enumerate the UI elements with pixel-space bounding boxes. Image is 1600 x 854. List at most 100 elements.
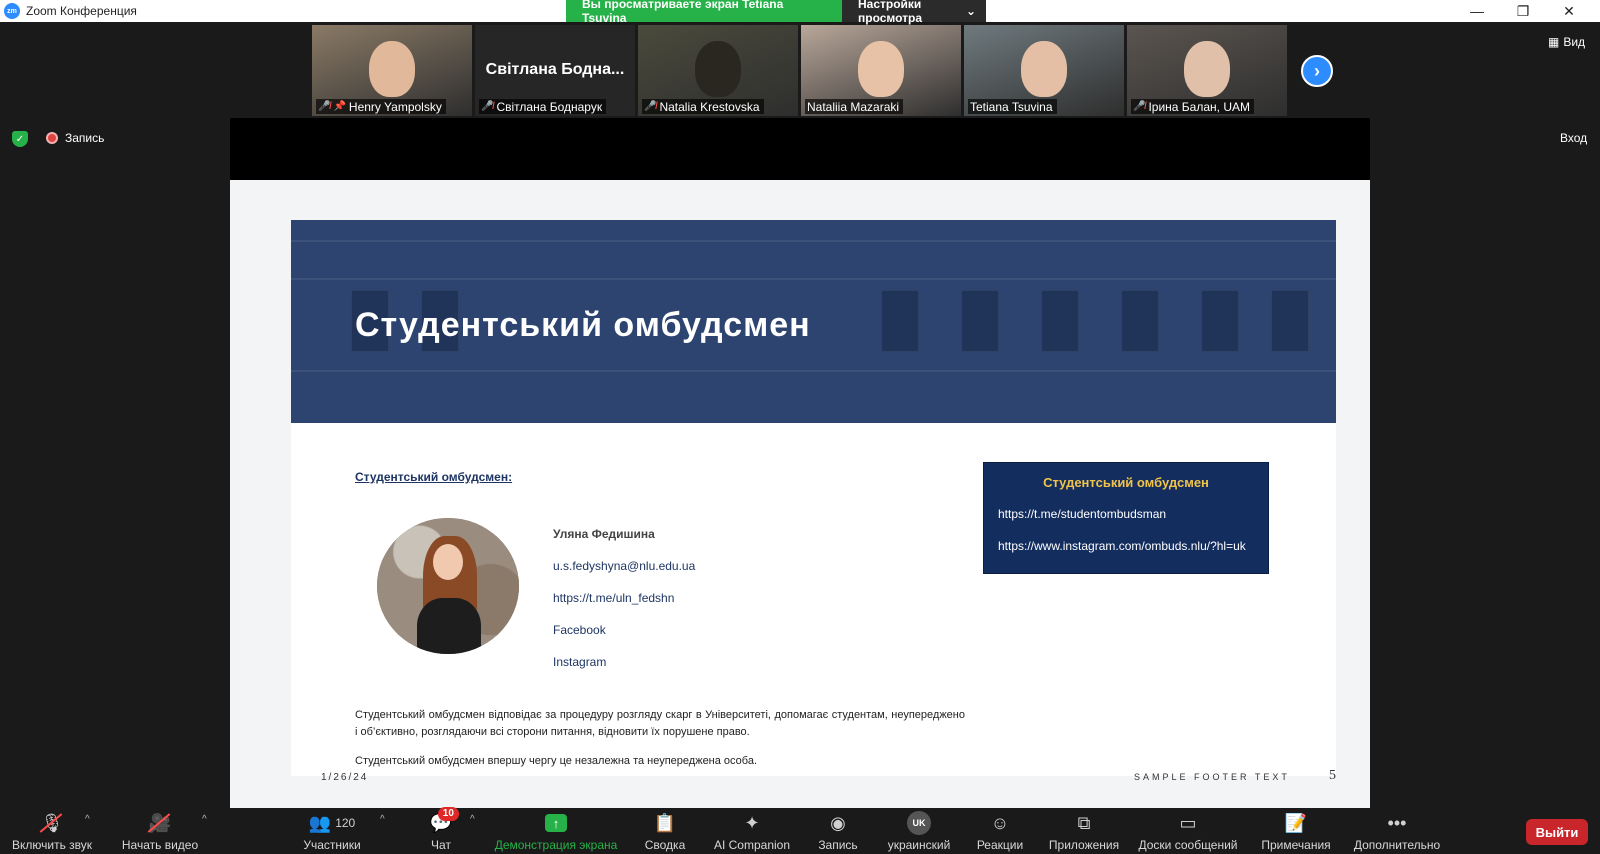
more-label: Дополнительно (1353, 838, 1441, 852)
ai-companion-button[interactable]: ✦ AI Companion (712, 808, 792, 854)
participants-button[interactable]: 👥 120 Участники (300, 808, 364, 854)
share-screen-icon-wrap: ↑ (545, 811, 567, 835)
pin-icon: 📌 (333, 101, 346, 112)
participants-count: 120 (335, 816, 356, 830)
mic-muted-icon: 🎤̸ (644, 101, 657, 112)
unmute-label: Включить звук (11, 838, 93, 852)
slide-footer-date: 1/26/24 (321, 772, 369, 783)
participant-tile[interactable]: 🎤̸ Ірина Балан, UAM (1127, 25, 1287, 116)
recording-indicator[interactable]: Запись (46, 131, 104, 145)
chat-unread-badge: 10 (437, 807, 459, 821)
language-icon-wrap: UK (907, 811, 931, 835)
whiteboards-button[interactable]: ▭ Доски сообщений (1138, 808, 1238, 854)
share-screen-button[interactable]: ↑ Демонстрация экрана (494, 808, 618, 854)
contact-instagram: Instagram (553, 655, 607, 669)
participants-icon: 👥 120 (308, 812, 356, 833)
record-icon: ◉ (830, 812, 846, 833)
notes-label: Примечания (1261, 838, 1331, 852)
share-banner: Вы просматриваете экран Tetiana Tsuvina … (566, 0, 986, 25)
building-window (1201, 290, 1239, 352)
apps-icon: ⧉ (1077, 812, 1091, 833)
audio-options-caret[interactable]: ^ (85, 814, 90, 825)
smiley-icon: ☺ (990, 812, 1010, 833)
chat-button[interactable]: 💬 10 Чат (426, 807, 459, 854)
recording-label: Запись (65, 131, 105, 145)
participants-options-caret[interactable]: ^ (380, 814, 385, 825)
info-box-title: Студентський омбудсмен (1043, 475, 1209, 490)
building-window (1121, 290, 1159, 352)
language-button[interactable]: UK украинский (884, 808, 954, 854)
reactions-button[interactable]: ☺ Реакции (976, 808, 1024, 854)
slide-banner: Студентський омбудсмен (291, 220, 1336, 423)
login-button[interactable]: Вход (1560, 131, 1587, 145)
apps-button[interactable]: ⧉ Приложения (1048, 808, 1120, 854)
video-options-caret[interactable]: ^ (202, 814, 207, 825)
participant-name-bar: 🎤̸ 📌 Henry Yampolsky (316, 99, 446, 114)
language-label: украинский (887, 838, 951, 852)
participant-name-bar: Tetiana Tsuvina (968, 99, 1057, 114)
participant-tile[interactable]: Nataliia Mazaraki (801, 25, 961, 116)
unmute-button[interactable]: 🎙 Включить звук (8, 808, 96, 854)
chevron-down-icon: ⌄ (965, 4, 976, 18)
building-line (291, 278, 1336, 280)
participant-tile-active-speaker[interactable]: Tetiana Tsuvina (964, 25, 1124, 116)
chat-options-caret[interactable]: ^ (470, 814, 475, 825)
start-video-label: Начать видео (121, 838, 199, 852)
slide-paragraph: Студентський омбудсмен відповідає за про… (355, 709, 965, 738)
share-notice: Вы просматриваете экран Tetiana Tsuvina (566, 0, 842, 25)
view-button[interactable]: ▦ Вид (1548, 35, 1585, 49)
chevron-right-icon[interactable]: › (1301, 55, 1333, 87)
contact-email: u.s.fedyshyna@nlu.edu.ua (553, 559, 696, 573)
minimize-button[interactable]: — (1454, 0, 1500, 22)
contact-telegram: https://t.me/uln_fedshn (553, 591, 675, 605)
leave-button[interactable]: Выйти (1526, 819, 1588, 845)
summary-button[interactable]: 📋 Сводка (644, 808, 686, 854)
whiteboard-icon: ▭ (1179, 812, 1197, 833)
participant-face (369, 41, 415, 97)
building-window (1041, 290, 1079, 352)
meeting-toolbar: 🎙 Включить звук ^ 🎥 Начать видео ^ 👥 120… (0, 807, 1600, 854)
participant-face (858, 41, 904, 97)
shield-icon[interactable]: ✓ (12, 131, 28, 147)
apps-label: Приложения (1048, 838, 1120, 852)
notes-icon: 📝 (1284, 812, 1308, 833)
participant-name: Natalia Krestovska (659, 99, 760, 114)
start-video-button[interactable]: 🎥 Начать видео (120, 808, 200, 854)
participant-name-bar: 🎤̸ Natalia Krestovska (642, 99, 764, 114)
window-title: Zoom Конференция (26, 4, 137, 18)
info-box: Студентський омбудсмен https://t.me/stud… (983, 462, 1269, 574)
building-line (291, 240, 1336, 242)
participant-tile[interactable]: Світлана Бодна... 🎤̸ Світлана Боднарук (475, 25, 635, 116)
record-dot-icon (46, 132, 58, 144)
record-button[interactable]: ◉ Запись (816, 808, 860, 854)
whiteboards-label: Доски сообщений (1138, 838, 1238, 852)
participant-tile[interactable]: 🎤̸ Natalia Krestovska (638, 25, 798, 116)
more-button[interactable]: ••• Дополнительно (1352, 808, 1442, 854)
participant-tile[interactable]: 🎤̸ 📌 Henry Yampolsky (312, 25, 472, 116)
microphone-icon: 🎙 (41, 811, 64, 835)
contact-info: Уляна Федишина u.s.fedyshyna@nlu.edu.ua … (553, 527, 695, 687)
grid-icon: ▦ (1548, 35, 1560, 49)
contact-facebook: Facebook (553, 623, 606, 637)
participant-display-name: Світлана Бодна... (485, 61, 625, 78)
notes-button[interactable]: 📝 Примечания (1260, 808, 1332, 854)
close-button[interactable]: ✕ (1546, 0, 1592, 22)
participant-name: Світлана Боднарук (496, 99, 603, 114)
video-camera-icon: 🎥 (149, 811, 171, 835)
participant-strip: 🎤̸ 📌 Henry Yampolsky Світлана Бодна... 🎤… (312, 25, 1287, 116)
restore-button[interactable]: ❐ (1500, 0, 1546, 22)
participant-name: Nataliia Mazaraki (807, 99, 900, 114)
info-box-telegram-link: https://t.me/studentombudsman (998, 507, 1167, 521)
slide-footer-text: SAMPLE FOOTER TEXT (1134, 772, 1290, 782)
more-icon: ••• (1387, 812, 1407, 833)
slide-subtitle: Студентський омбудсмен: (355, 470, 513, 484)
participants-label: Участники (303, 838, 361, 852)
summary-icon: 📋 (653, 812, 677, 833)
record-label: Запись (818, 838, 858, 852)
slide-paragraph: Студентський омбудсмен впершу чергу це н… (355, 755, 758, 767)
building-window (961, 290, 999, 352)
summary-label: Сводка (644, 838, 686, 852)
participant-face (1184, 41, 1230, 97)
view-options-button[interactable]: Настройки просмотра ⌄ (842, 0, 986, 25)
chat-label: Чат (431, 838, 451, 852)
